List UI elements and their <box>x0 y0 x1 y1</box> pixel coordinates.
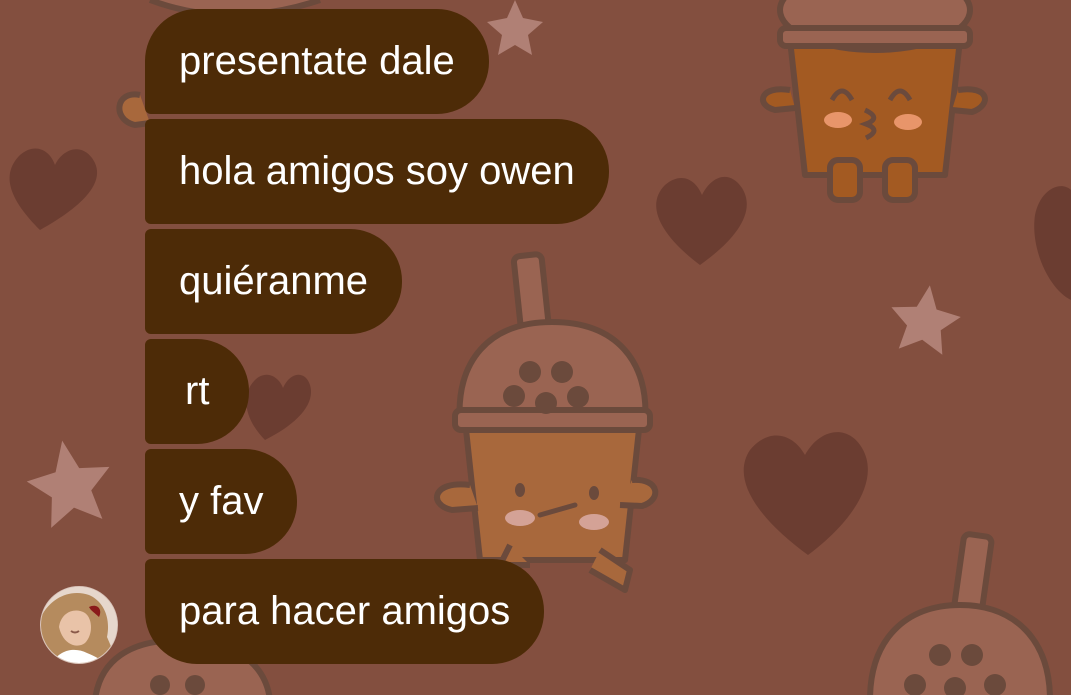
profile-photo-icon <box>41 587 117 663</box>
boba-cup-icon <box>867 531 1053 695</box>
message-bubble[interactable]: y fav <box>145 449 298 554</box>
star-icon <box>26 440 110 528</box>
message-bubble[interactable]: hola amigos soy owen <box>145 119 609 224</box>
heart-icon <box>9 148 98 230</box>
avatar[interactable] <box>40 586 118 664</box>
heart-icon <box>246 374 312 440</box>
message-bubble[interactable]: rt <box>145 339 250 444</box>
heart-icon <box>656 176 747 265</box>
heart-icon <box>1034 186 1071 300</box>
boba-cup-icon <box>760 0 988 203</box>
message-bubble[interactable]: presentate dale <box>145 9 489 114</box>
message-bubble[interactable]: para hacer amigos <box>145 559 545 664</box>
boba-cup-icon <box>434 251 659 593</box>
star-icon <box>487 0 543 55</box>
heart-icon <box>743 432 868 555</box>
star-icon <box>891 285 961 355</box>
message-bubble[interactable]: quiéranme <box>145 229 403 334</box>
